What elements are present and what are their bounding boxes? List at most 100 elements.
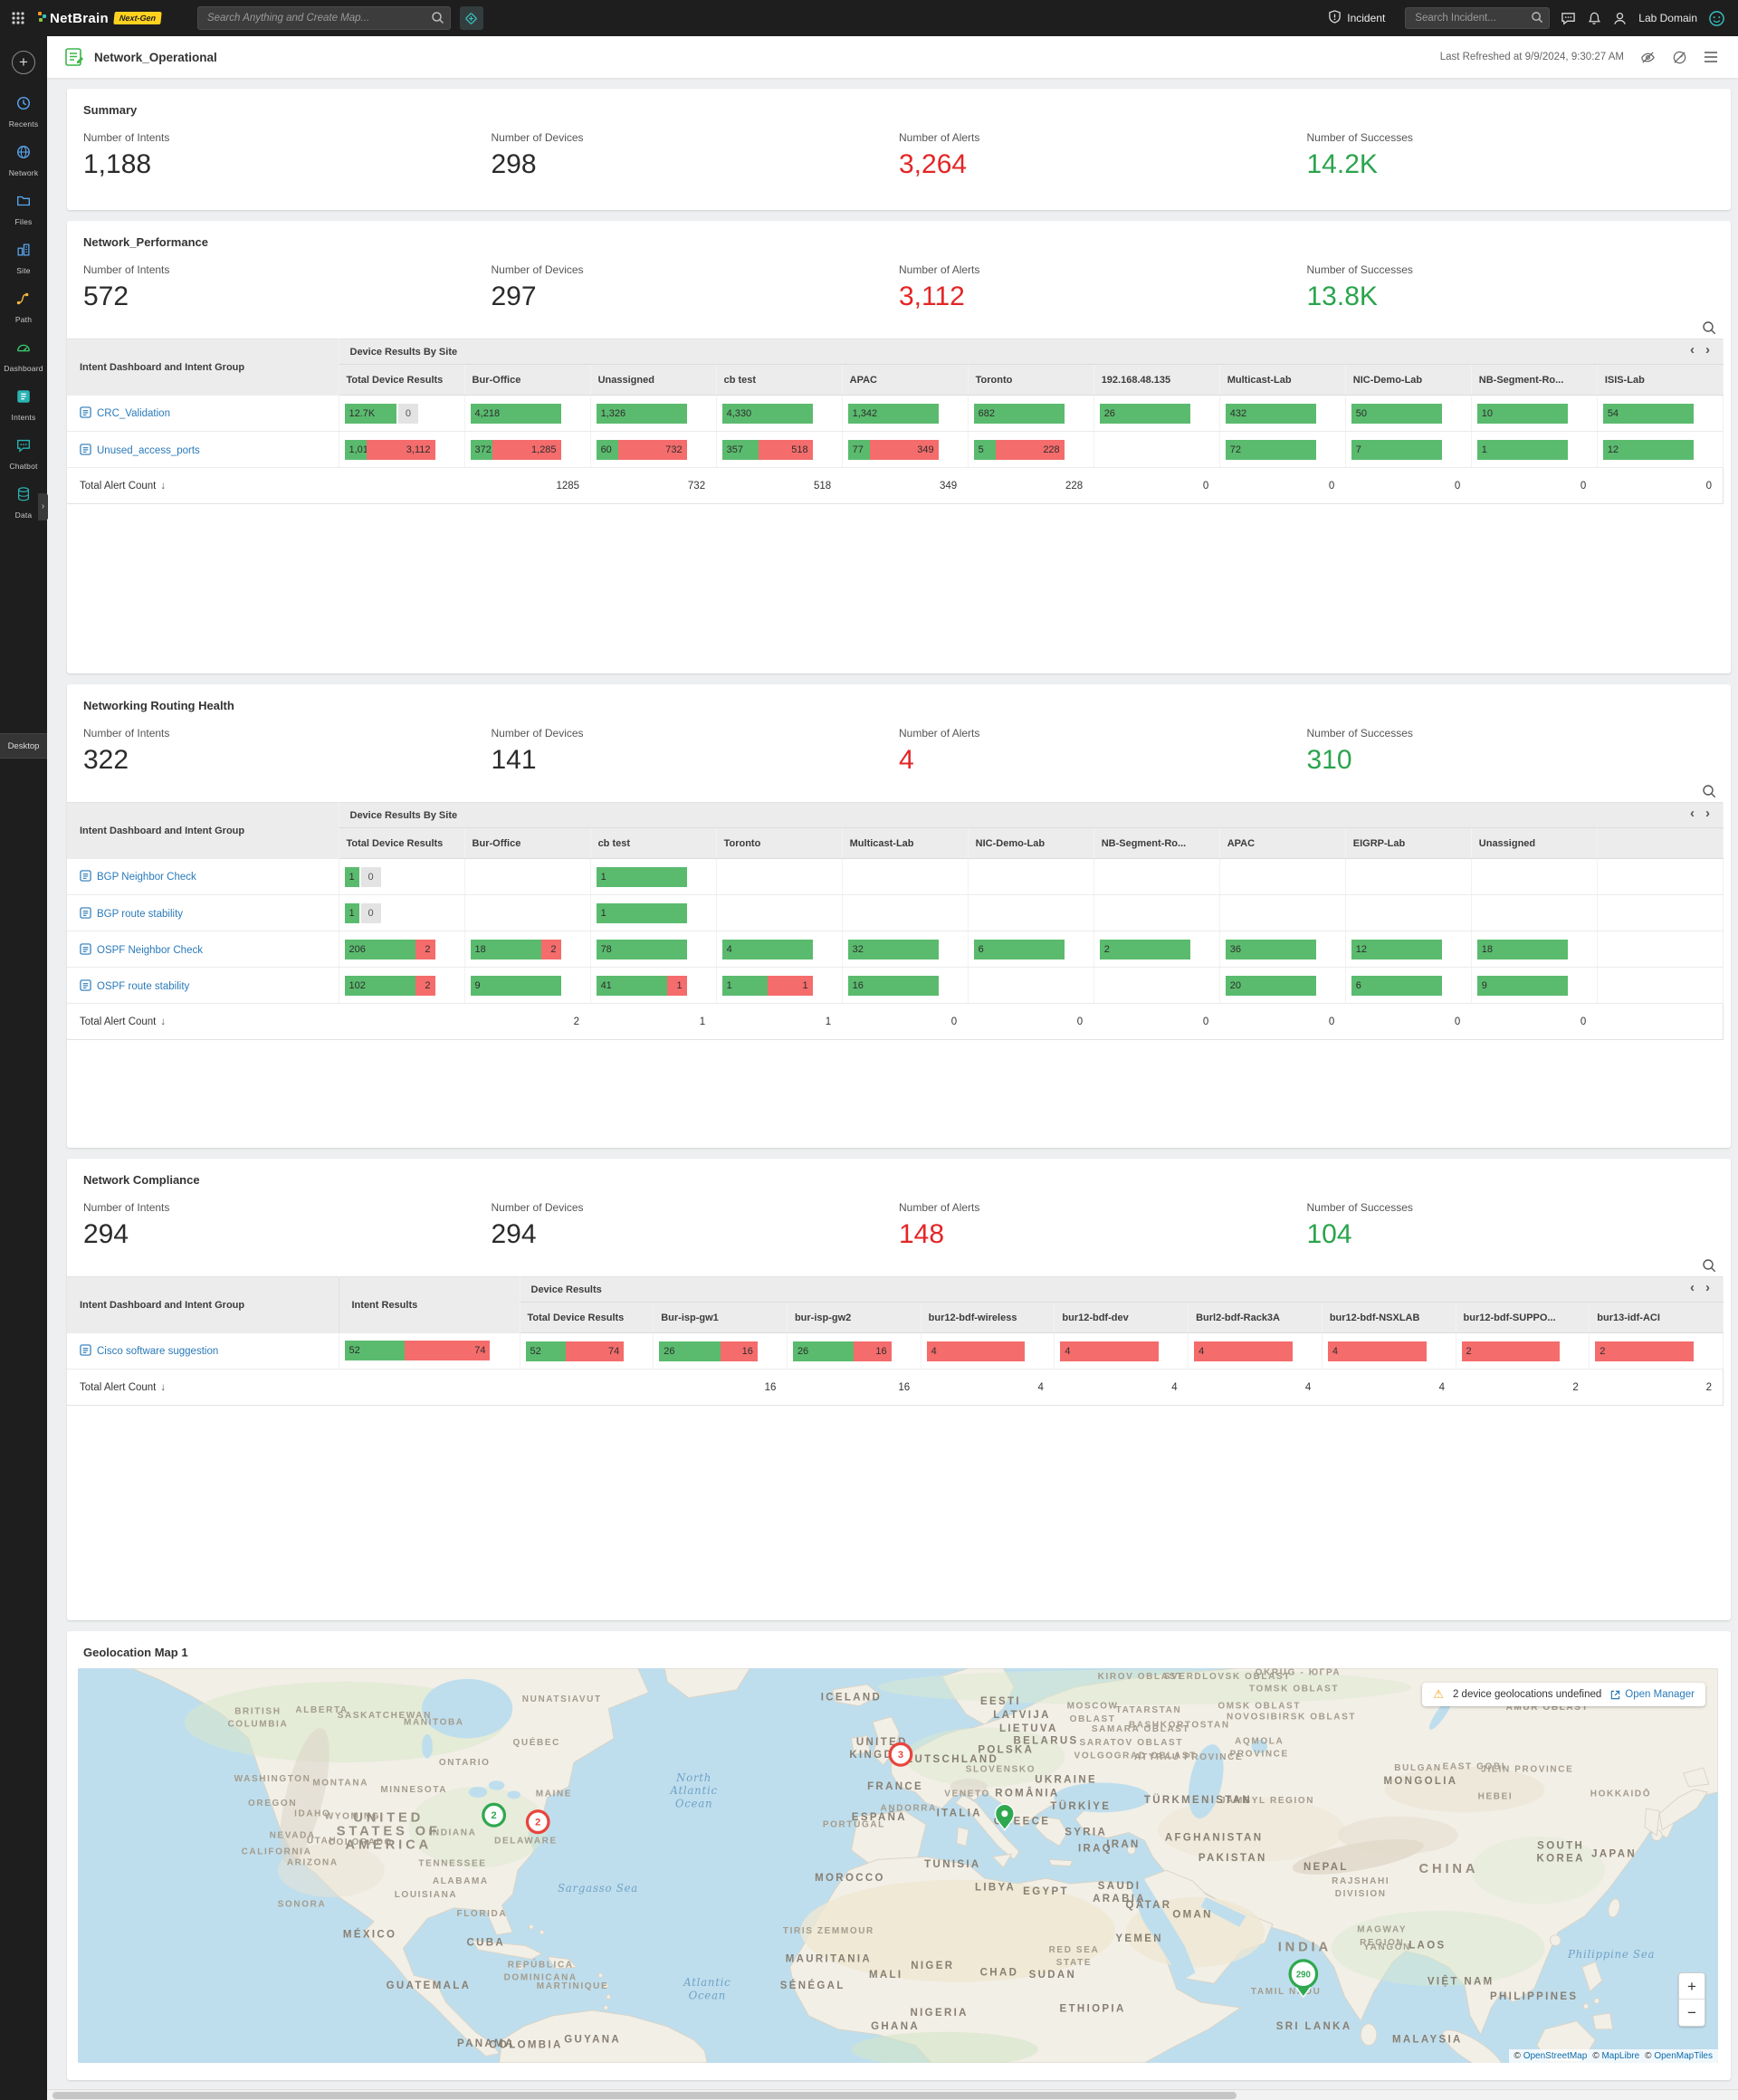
notifications-bell-icon[interactable]	[1587, 11, 1601, 26]
footer-value: 349	[842, 468, 968, 504]
prev-page-button[interactable]: ‹	[1685, 1280, 1700, 1295]
user-icon[interactable]	[1612, 11, 1628, 26]
hide-alerts-icon[interactable]	[1640, 50, 1656, 65]
total-alert-count[interactable]: Total Alert Count↓	[67, 1004, 339, 1040]
intent-link[interactable]: BGP Neighbor Check	[97, 872, 196, 883]
horizontal-scrollbar[interactable]	[47, 2089, 1738, 2100]
result-cell	[1093, 968, 1219, 1004]
green-bar: 16	[848, 976, 939, 996]
search-icon[interactable]	[1531, 11, 1543, 28]
menu-icon[interactable]	[1704, 51, 1718, 63]
result-cell	[968, 968, 1093, 1004]
sidebar-item-dashboard[interactable]: Dashboard	[0, 331, 47, 380]
attribution-link[interactable]: © MapLibre	[1592, 2051, 1639, 2061]
chat-icon[interactable]	[1561, 11, 1576, 26]
result-cell	[1471, 859, 1597, 895]
sidebar-item-intents[interactable]: Intents	[0, 380, 47, 429]
result-bars: 4	[722, 940, 813, 959]
device-cluster-marker[interactable]: 2	[527, 1811, 549, 1833]
sidebar-item-site[interactable]: Site	[0, 234, 47, 282]
next-page-button[interactable]: ›	[1700, 342, 1715, 358]
footer-value: 4	[921, 1370, 1055, 1406]
device-cluster-marker[interactable]: 3	[890, 1743, 912, 1765]
attribution-link[interactable]: © OpenStreetMap	[1514, 2051, 1588, 2061]
red-bar: 3,112	[367, 440, 434, 460]
sidebar-expand-icon[interactable]: ›	[38, 493, 48, 520]
red-bar: 2	[1462, 1341, 1561, 1361]
kpi: Number of Alerts3,264	[899, 131, 1307, 179]
incident-menu[interactable]: Incident	[1328, 10, 1385, 26]
scrollbar-thumb[interactable]	[53, 2092, 1237, 2099]
column-header: Total Device Results	[339, 365, 464, 396]
assistant-icon[interactable]	[1708, 10, 1725, 27]
kpi: Number of Successes13.8K	[1307, 263, 1715, 311]
last-refreshed: Last Refreshed at 9/9/2024, 9:30:27 AM	[1440, 52, 1624, 62]
result-cell	[968, 895, 1093, 931]
map-label: BELARUS	[1014, 1735, 1079, 1746]
geolocation-map[interactable]: BRITISHCOLUMBIAALBERTASASKATCHEWANMANITO…	[78, 1668, 1718, 2063]
add-button[interactable]: +	[12, 51, 35, 74]
app-grid-icon[interactable]	[11, 11, 25, 25]
total-alert-count[interactable]: Total Alert Count↓	[67, 468, 339, 504]
next-page-button[interactable]: ›	[1700, 1280, 1715, 1295]
prev-page-button[interactable]: ‹	[1685, 806, 1700, 821]
map-label: TAMIL NADU	[1251, 1987, 1321, 1997]
zoom-out-button[interactable]: −	[1679, 2000, 1705, 2026]
prev-page-button[interactable]: ‹	[1685, 342, 1700, 358]
incident-search	[1405, 7, 1550, 29]
result-bars: 2	[1595, 1341, 1694, 1361]
sidebar-item-path[interactable]: Path	[0, 282, 47, 331]
intent-link[interactable]: BGP route stability	[97, 909, 183, 920]
domain-selector[interactable]: Lab Domain	[1638, 12, 1697, 24]
sidebar-item-network[interactable]: Network	[0, 136, 47, 185]
sidebar-item-files[interactable]: Files	[0, 185, 47, 234]
search-icon[interactable]	[431, 11, 444, 29]
result-bars: 7	[1351, 440, 1442, 460]
result-bars	[1603, 867, 1694, 887]
sort-desc-icon: ↓	[160, 1382, 166, 1393]
global-search-input[interactable]	[197, 6, 451, 30]
result-bars	[974, 867, 1065, 887]
result-bars	[1603, 940, 1694, 959]
open-manager-link[interactable]: Open Manager	[1610, 1689, 1695, 1700]
network-icon	[15, 144, 32, 165]
map-zoom-controls: + −	[1678, 1972, 1705, 2027]
intent-link[interactable]: Cisco software suggestion	[97, 1346, 218, 1357]
result-bars: 10	[345, 867, 435, 887]
intent-link[interactable]: CRC_Validation	[97, 408, 170, 419]
desktop-tab[interactable]: Desktop	[0, 733, 47, 759]
next-gen-badge: Next-Gen	[113, 12, 161, 24]
intent-link[interactable]: OSPF Neighbor Check	[97, 945, 203, 956]
create-map-icon[interactable]	[460, 6, 483, 30]
kpi-value: 294	[83, 1219, 492, 1249]
next-page-button[interactable]: ›	[1700, 806, 1715, 821]
green-bar: 1	[345, 867, 359, 887]
warning-text: 2 device geolocations undefined	[1453, 1689, 1601, 1700]
result-cell: 411	[590, 968, 716, 1004]
section-title: Geolocation Map 1	[67, 1631, 1731, 1659]
chatbot-icon	[15, 437, 32, 458]
incident-search-input[interactable]	[1405, 7, 1550, 29]
auto-refresh-off-icon[interactable]	[1672, 50, 1687, 65]
intent-link[interactable]: Unused_access_ports	[97, 445, 200, 456]
total-alert-count[interactable]: Total Alert Count↓	[67, 1370, 339, 1406]
map-label: SAMARA OBLAST	[1092, 1724, 1189, 1734]
result-cell	[1219, 895, 1345, 931]
world-map[interactable]: BRITISHCOLUMBIAALBERTASASKATCHEWANMANITO…	[78, 1668, 1718, 2063]
table-search-icon[interactable]	[1702, 784, 1716, 798]
zoom-in-button[interactable]: +	[1679, 1973, 1705, 2000]
device-cluster-marker[interactable]: 2	[483, 1804, 505, 1826]
map-label: MANITOBA	[404, 1717, 464, 1727]
sidebar-item-chatbot[interactable]: Chatbot	[0, 429, 47, 478]
result-bars	[848, 903, 939, 923]
sidebar-item-recents[interactable]: Recents	[0, 87, 47, 136]
table-search-icon[interactable]	[1702, 1258, 1716, 1273]
result-cell: 32	[842, 931, 968, 968]
attribution-link[interactable]: © OpenMapTiles	[1645, 2051, 1713, 2061]
footer-value: 4	[1055, 1370, 1189, 1406]
table-search-icon[interactable]	[1702, 320, 1716, 335]
footer-value: 4	[1189, 1370, 1323, 1406]
kpi-label: Number of Intents	[83, 1201, 492, 1214]
intent-link[interactable]: OSPF route stability	[97, 981, 189, 992]
green-bar: 1,342	[848, 404, 939, 424]
